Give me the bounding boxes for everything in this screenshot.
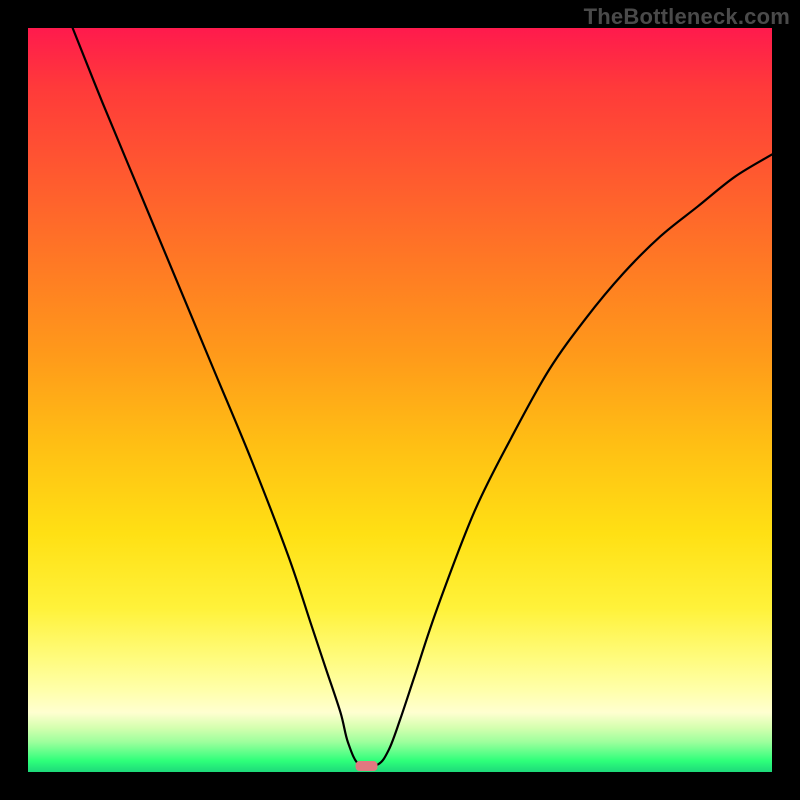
minimum-marker [356, 761, 378, 771]
watermark-text: TheBottleneck.com [584, 4, 790, 30]
bottleneck-curve [73, 28, 772, 767]
chart-frame: TheBottleneck.com [0, 0, 800, 800]
chart-svg [28, 28, 772, 772]
plot-area [28, 28, 772, 772]
